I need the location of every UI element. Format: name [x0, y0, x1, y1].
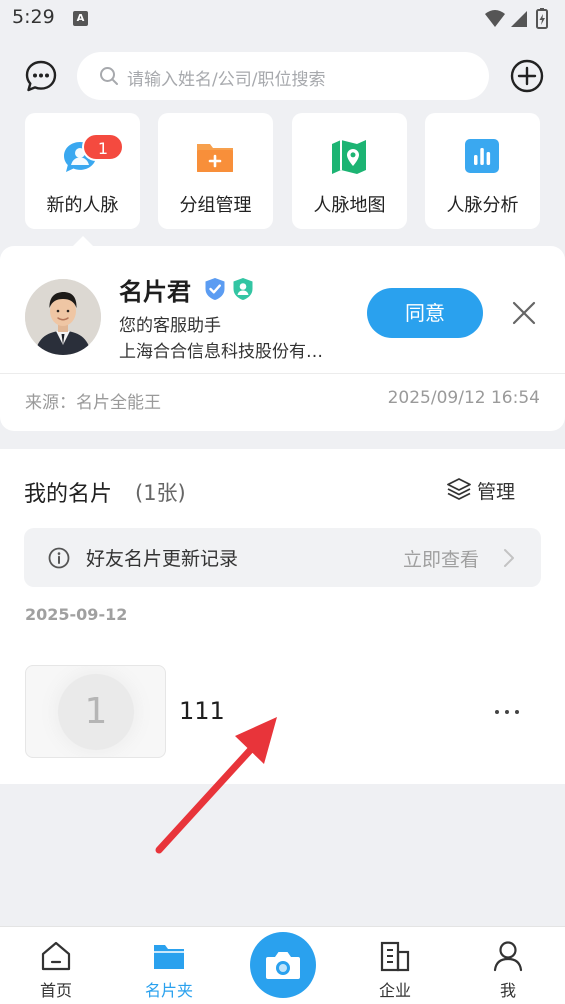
status-bar: 5:29 A	[0, 0, 565, 38]
folder-icon	[152, 939, 186, 977]
building-icon	[378, 939, 412, 977]
agree-button[interactable]: 同意	[367, 288, 483, 338]
request-time: 2025/09/12 16:54	[387, 388, 540, 408]
layers-icon	[447, 477, 471, 505]
add-button[interactable]	[510, 59, 544, 93]
friend-card-updates[interactable]: 好友名片更新记录 立即查看	[24, 528, 541, 587]
search-icon	[99, 66, 119, 90]
signal-icon	[511, 11, 527, 27]
nav-label: 企业	[378, 981, 411, 1000]
person-badge-icon	[232, 277, 254, 305]
avatar	[25, 279, 101, 355]
more-button[interactable]	[493, 704, 521, 720]
map-pin-icon	[329, 136, 369, 176]
tile-contact-map[interactable]: 人脉地图	[292, 113, 407, 229]
view-now-link[interactable]: 立即查看	[403, 545, 479, 572]
divider	[0, 373, 565, 374]
tile-label: 人脉地图	[313, 195, 386, 216]
home-icon	[39, 939, 73, 977]
my-cards-title: 我的名片	[24, 482, 113, 507]
more-dots-icon	[495, 710, 519, 714]
card-initial-circle: 1	[58, 674, 134, 750]
request-title: 您的客服助手	[119, 316, 221, 336]
nav-label: 名片夹	[144, 981, 193, 1000]
chevron-right-icon	[503, 548, 515, 572]
info-icon	[48, 547, 70, 573]
folder-plus-icon	[195, 136, 235, 176]
status-time: 5:29	[12, 6, 55, 28]
search-input[interactable]: 请输入姓名/公司/职位搜索	[77, 52, 489, 100]
manage-button[interactable]: 管理	[447, 477, 541, 503]
wifi-icon	[485, 10, 505, 27]
nav-home[interactable]: 首页	[16, 935, 96, 1000]
chat-icon	[25, 60, 57, 92]
date-header: 2025-09-12	[25, 605, 128, 624]
tile-new-contacts[interactable]: 1 新的人脉	[25, 113, 140, 229]
battery-icon	[536, 8, 548, 29]
tile-group-management[interactable]: 分组管理	[158, 113, 273, 229]
tile-contact-analysis[interactable]: 人脉分析	[425, 113, 540, 229]
nav-card-holder[interactable]: 名片夹	[129, 935, 209, 1000]
request-name: 名片君	[119, 278, 191, 306]
notification-icon: A	[73, 11, 88, 26]
tile-label: 新的人脉	[46, 195, 119, 216]
status-icons	[483, 7, 555, 35]
plus-circle-icon	[510, 59, 544, 93]
verified-shield-icon	[204, 277, 226, 305]
request-company: 上海合合信息科技股份有…	[119, 342, 323, 362]
card-initial: 1	[84, 691, 108, 732]
search-placeholder: 请输入姓名/公司/职位搜索	[127, 70, 326, 90]
annotation-arrow	[150, 708, 285, 862]
nav-enterprise[interactable]: 企业	[355, 935, 435, 1000]
manage-label: 管理	[477, 481, 516, 503]
nav-me[interactable]: 我	[468, 935, 548, 1000]
nav-label: 我	[499, 981, 516, 1000]
close-icon	[512, 301, 536, 325]
contact-request-card: 名片君 您的客服助手 上海合合信息科技股份有… 同意 来源：名片全能王 2025…	[0, 246, 565, 431]
tile-label: 人脉分析	[446, 195, 519, 216]
tile-label: 分组管理	[179, 195, 252, 216]
update-text: 好友名片更新记录	[86, 548, 239, 570]
top-bar: 请输入姓名/公司/职位搜索	[0, 46, 565, 106]
messages-button[interactable]	[24, 59, 58, 93]
bottom-nav: 首页 名片夹 企业 我	[0, 926, 565, 1004]
request-source: 来源：名片全能王	[25, 393, 161, 413]
nav-label: 首页	[39, 981, 72, 1000]
person-icon	[491, 939, 525, 977]
camera-scan-button[interactable]	[250, 932, 316, 998]
card-thumbnail[interactable]: 1	[25, 665, 166, 758]
new-contacts-badge: 1	[82, 133, 124, 161]
my-cards-count: (1张)	[135, 481, 186, 505]
bar-chart-icon	[462, 136, 502, 176]
camera-icon	[266, 952, 300, 979]
dismiss-button[interactable]	[510, 299, 538, 327]
